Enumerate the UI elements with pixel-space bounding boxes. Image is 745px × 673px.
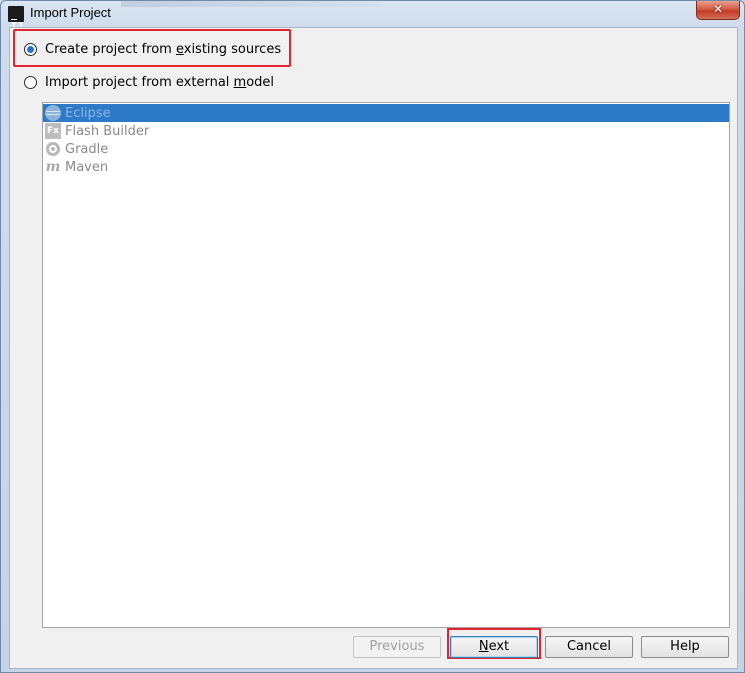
radio-create-from-existing-sources[interactable]: Create project from existing sources xyxy=(24,42,281,57)
gradle-icon xyxy=(46,142,60,156)
eclipse-icon xyxy=(45,105,61,121)
intellij-app-icon: IJ xyxy=(8,6,24,32)
radio-import-label: Import project from external model xyxy=(45,75,275,90)
list-item-label: Flash Builder xyxy=(65,123,150,139)
list-item-label: Maven xyxy=(65,159,109,175)
next-button[interactable]: Next xyxy=(450,636,538,658)
background-window-ghost xyxy=(121,1,381,7)
help-button[interactable]: Help xyxy=(641,636,729,658)
cancel-button[interactable]: Cancel xyxy=(545,636,633,658)
close-icon: ✕ xyxy=(712,2,724,16)
close-button[interactable]: ✕ xyxy=(696,1,740,20)
list-item-flash-builder[interactable]: Fx Flash Builder xyxy=(43,122,729,140)
list-item-maven[interactable]: m Maven xyxy=(43,158,729,176)
maven-icon: m xyxy=(45,159,61,175)
flash-builder-icon: Fx xyxy=(45,123,61,139)
list-item-eclipse[interactable]: Eclipse xyxy=(43,104,729,122)
list-item-label: Gradle xyxy=(65,141,109,157)
radio-button-checked[interactable] xyxy=(24,43,37,56)
list-item-label: Eclipse xyxy=(65,105,111,121)
external-model-list[interactable]: Eclipse Fx Flash Builder Gradle m Maven xyxy=(42,102,730,628)
radio-create-label: Create project from existing sources xyxy=(45,42,282,57)
import-project-window: IJ Import Project ✕ Create project from … xyxy=(0,0,745,673)
list-item-gradle[interactable]: Gradle xyxy=(43,140,729,158)
window-title: Import Project xyxy=(30,5,111,20)
dialog-content: Create project from existing sources Imp… xyxy=(9,27,738,669)
app-icon-letters: IJ xyxy=(11,19,23,32)
radio-button-unchecked[interactable] xyxy=(24,76,37,89)
radio-import-from-external-model[interactable]: Import project from external model xyxy=(24,75,274,90)
previous-button[interactable]: Previous xyxy=(353,636,441,658)
title-bar[interactable]: IJ Import Project ✕ xyxy=(1,1,744,32)
